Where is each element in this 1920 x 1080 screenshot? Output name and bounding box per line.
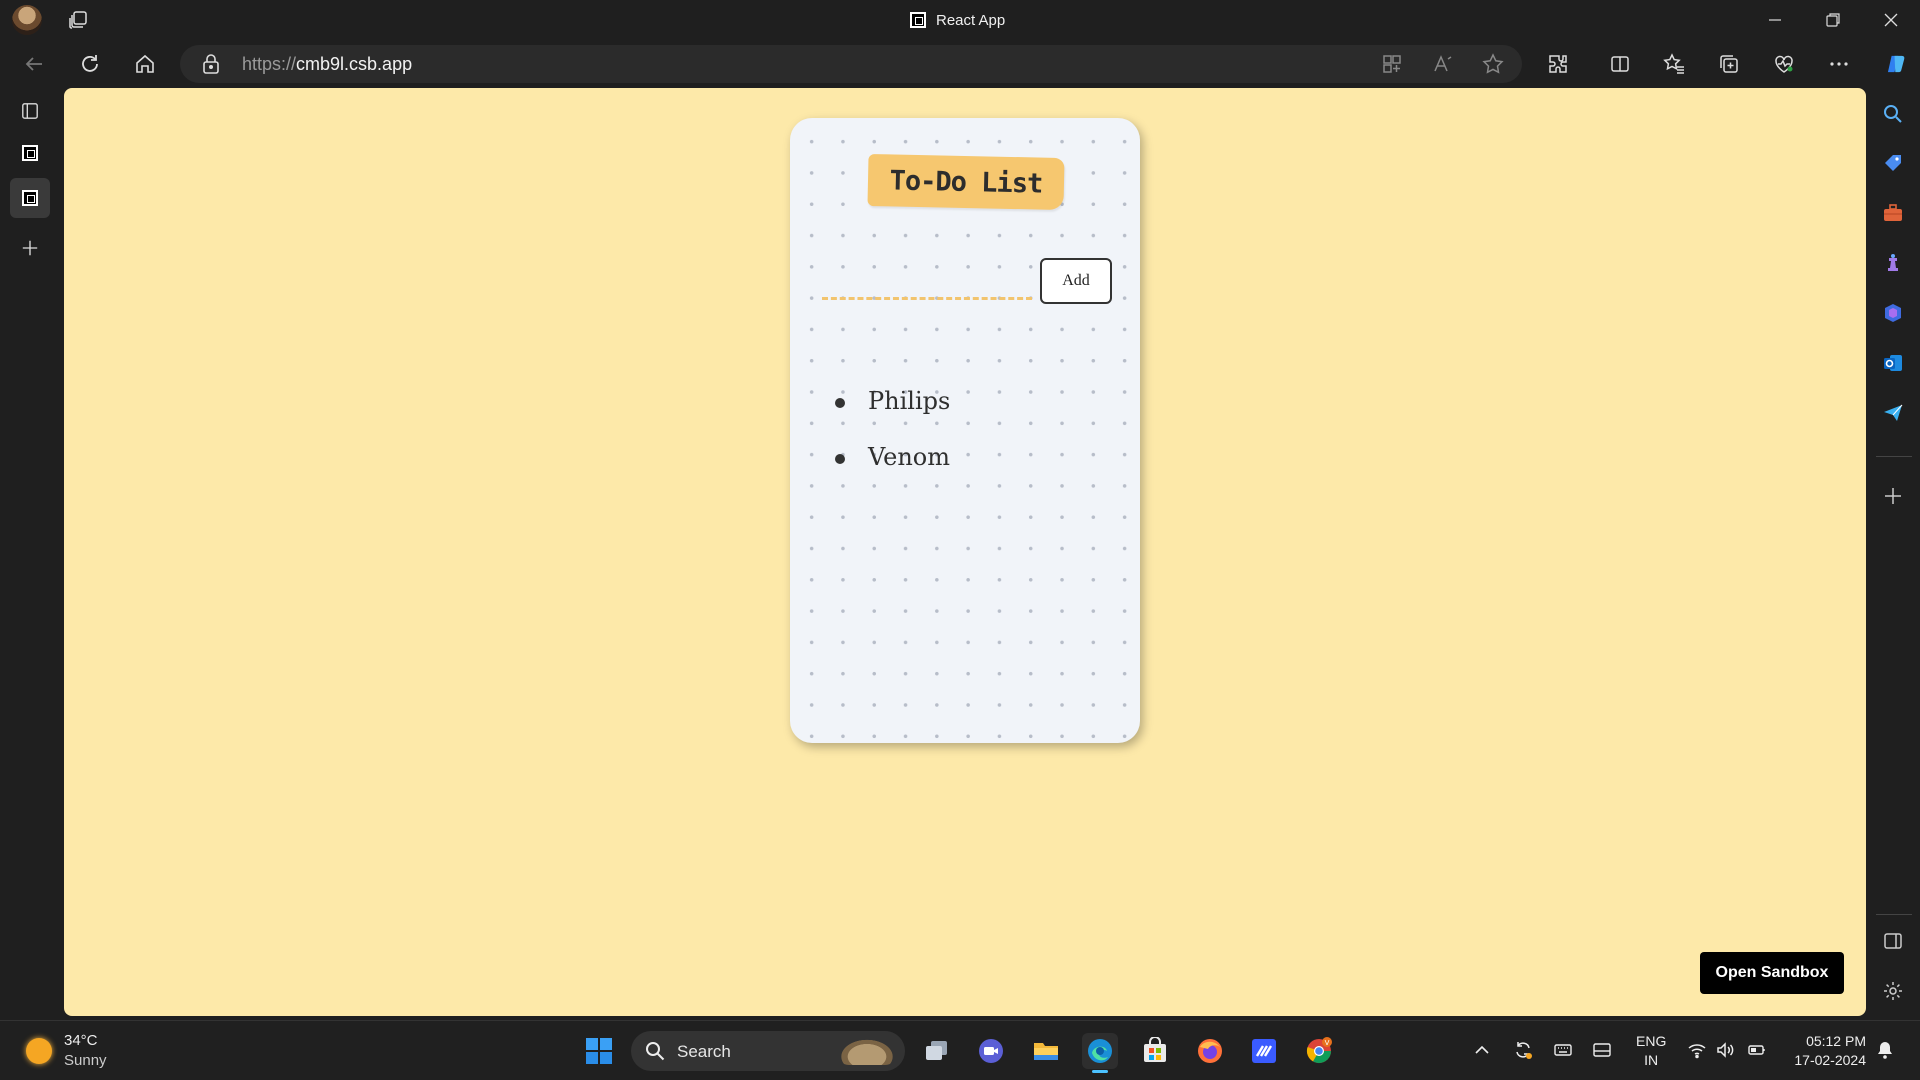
home-icon[interactable] — [133, 52, 157, 76]
split-screen-icon[interactable] — [1608, 52, 1632, 76]
windows-taskbar: 34°C Sunny Search V ENG IN 05:12 PM 17-0… — [0, 1020, 1920, 1080]
language-region: IN — [1644, 1052, 1659, 1068]
weather-temperature: 34°C — [64, 1032, 98, 1049]
copilot-icon[interactable] — [1881, 49, 1911, 79]
search-highlight-image — [837, 1037, 897, 1065]
extensions-icon[interactable] — [1546, 52, 1570, 76]
todo-item-text: Venom — [868, 443, 950, 471]
collections-icon[interactable] — [1717, 52, 1741, 76]
outlook-icon[interactable] — [1881, 351, 1905, 375]
notification-bell-icon[interactable] — [1874, 1039, 1896, 1061]
tab-title-text: React App — [936, 11, 1006, 29]
favorite-star-icon[interactable] — [1481, 52, 1505, 76]
microsoft-store-icon[interactable] — [1137, 1033, 1173, 1069]
lock-icon[interactable] — [202, 54, 220, 74]
url-text[interactable]: https://cmb9l.csb.app — [242, 54, 412, 75]
visual-studio-icon[interactable] — [1246, 1033, 1282, 1069]
react-app-favicon-icon — [22, 145, 38, 161]
language-code: ENG — [1636, 1033, 1667, 1049]
search-label: Search — [677, 1042, 731, 1061]
tools-briefcase-icon[interactable] — [1881, 201, 1905, 225]
add-sidebar-app-plus-icon[interactable] — [1881, 484, 1905, 508]
page-viewport: To-Do List Add Philips Venom Open Sandbo… — [64, 88, 1866, 1016]
address-bar[interactable]: https://cmb9l.csb.app — [180, 45, 1522, 83]
sidebar-divider — [1876, 914, 1912, 915]
app-available-icon[interactable] — [1380, 52, 1404, 76]
edge-sidebar — [1866, 88, 1920, 1018]
more-options-icon[interactable] — [1827, 52, 1851, 76]
minimize-button[interactable] — [1752, 0, 1798, 40]
list-item[interactable]: Philips — [826, 373, 950, 429]
taskbar-search-box[interactable]: Search — [631, 1031, 905, 1071]
bullet-icon — [835, 454, 845, 464]
react-app-favicon-icon — [910, 12, 926, 28]
todo-item-text: Philips — [868, 387, 951, 415]
add-button[interactable]: Add — [1040, 258, 1112, 304]
open-sandbox-button[interactable]: Open Sandbox — [1700, 952, 1844, 994]
restore-button[interactable] — [1810, 0, 1856, 40]
windows-start-icon[interactable] — [581, 1033, 617, 1069]
page-title: To-Do List — [889, 164, 1043, 200]
search-icon — [645, 1041, 665, 1061]
edge-browser-icon[interactable] — [1082, 1033, 1118, 1073]
input-language-indicator[interactable]: ENG IN — [1636, 1032, 1666, 1070]
games-chess-icon[interactable] — [1881, 251, 1905, 275]
display-taskbar-icon[interactable] — [1591, 1039, 1613, 1061]
active-tab-title[interactable]: React App — [910, 10, 1005, 30]
todo-input[interactable] — [822, 264, 1032, 300]
sync-update-icon[interactable] — [1512, 1039, 1534, 1061]
back-arrow-icon[interactable] — [22, 52, 46, 76]
zoom-meet-icon[interactable] — [973, 1033, 1009, 1069]
chrome-icon[interactable]: V — [1301, 1033, 1337, 1069]
shopping-tag-icon[interactable] — [1881, 151, 1905, 175]
firefox-icon[interactable] — [1192, 1033, 1228, 1069]
system-clock[interactable]: 05:12 PM 17-02-2024 — [1782, 1032, 1866, 1070]
title-bar: React App — [0, 0, 1920, 40]
sun-icon — [26, 1038, 52, 1064]
refresh-icon[interactable] — [78, 52, 102, 76]
task-view-icon[interactable] — [919, 1033, 955, 1069]
heading-sticky-note: To-Do List — [867, 153, 1065, 211]
send-drop-icon[interactable] — [1881, 401, 1905, 425]
vertical-tab-1[interactable] — [10, 133, 50, 173]
vertical-tabs-rail — [0, 88, 64, 1018]
battery-icon[interactable] — [1746, 1039, 1768, 1061]
todo-list: Philips Venom — [826, 373, 950, 485]
browser-toolbar: https://cmb9l.csb.app — [0, 40, 1920, 88]
settings-gear-icon[interactable] — [1881, 979, 1905, 1003]
wifi-icon[interactable] — [1686, 1039, 1708, 1061]
browser-essentials-icon[interactable] — [1772, 52, 1796, 76]
vertical-tab-2-active[interactable] — [10, 178, 50, 218]
profile-avatar[interactable] — [12, 5, 42, 35]
workspaces-icon[interactable] — [68, 10, 88, 30]
clock-date: 17-02-2024 — [1794, 1052, 1866, 1068]
svg-text:V: V — [1325, 1039, 1330, 1047]
file-explorer-icon[interactable] — [1028, 1033, 1064, 1069]
favorites-icon[interactable] — [1662, 52, 1686, 76]
clock-time: 05:12 PM — [1806, 1033, 1866, 1049]
copilot-m365-icon[interactable] — [1881, 301, 1905, 325]
sidebar-divider — [1876, 456, 1912, 457]
bullet-icon — [835, 398, 845, 408]
touch-keyboard-icon[interactable] — [1552, 1039, 1574, 1061]
list-item[interactable]: Venom — [826, 429, 950, 485]
vertical-tabs-toggle-icon[interactable] — [10, 91, 50, 131]
todo-card: To-Do List Add Philips Venom — [790, 118, 1140, 743]
volume-icon[interactable] — [1714, 1039, 1736, 1061]
active-app-indicator — [1092, 1070, 1108, 1073]
read-aloud-icon[interactable] — [1431, 52, 1455, 76]
hide-sidebar-icon[interactable] — [1881, 929, 1905, 953]
react-app-favicon-icon — [22, 190, 38, 206]
show-hidden-icons-chevron-up-icon[interactable] — [1471, 1039, 1493, 1061]
close-window-button[interactable] — [1868, 0, 1914, 40]
new-tab-plus-icon[interactable] — [10, 228, 50, 268]
weather-condition: Sunny — [64, 1052, 107, 1069]
search-icon[interactable] — [1881, 102, 1905, 126]
